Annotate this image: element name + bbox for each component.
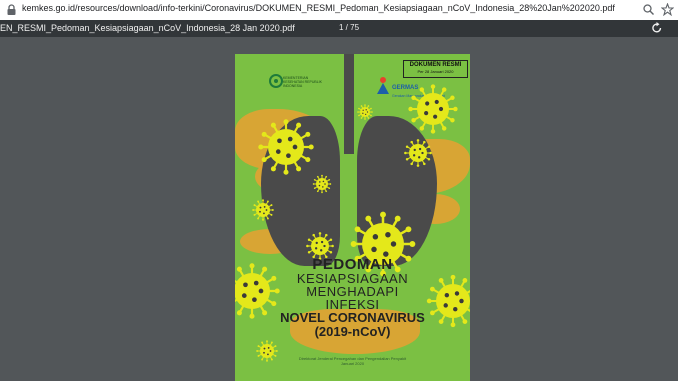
cover-title: PEDOMAN KESIAPSIAGAAN MENGHADAPI INFEKSI… [235,257,470,339]
rotate-icon[interactable] [651,22,663,34]
pdf-page: DOKUMEN RESMI Per 28 Januari 2020 KEMENT… [235,54,470,381]
title-line-1: PEDOMAN [312,256,393,273]
virus-particle [256,340,278,362]
star-icon[interactable] [661,3,674,16]
pdf-filename: EN_RESMI_Pedoman_Kesiapsiagaan_nCoV_Indo… [0,23,295,33]
virus-particle [404,139,432,167]
pdf-toolbar: EN_RESMI_Pedoman_Kesiapsiagaan_nCoV_Indo… [0,20,678,37]
virus-particle [408,84,458,134]
virus-particle [357,104,373,120]
browser-address-bar[interactable]: kemkes.go.id/resources/download/info-ter… [0,0,678,21]
page-indicator[interactable]: 1 / 75 [339,23,359,32]
title-line-6: (2019-nCoV) [314,324,391,339]
cover-footer: Direktorat Jenderal Pencegahan dan Penge… [285,356,420,366]
virus-particle [258,119,314,175]
virus-particle [252,199,274,221]
title-line-5: NOVEL CORONAVIRUS [280,310,425,325]
footer-line-2: Januari 2020 [340,361,365,366]
lock-icon [7,4,16,15]
url-text[interactable]: kemkes.go.id/resources/download/info-ter… [22,3,615,13]
zoom-icon[interactable] [642,3,655,16]
virus-particle [312,174,332,194]
